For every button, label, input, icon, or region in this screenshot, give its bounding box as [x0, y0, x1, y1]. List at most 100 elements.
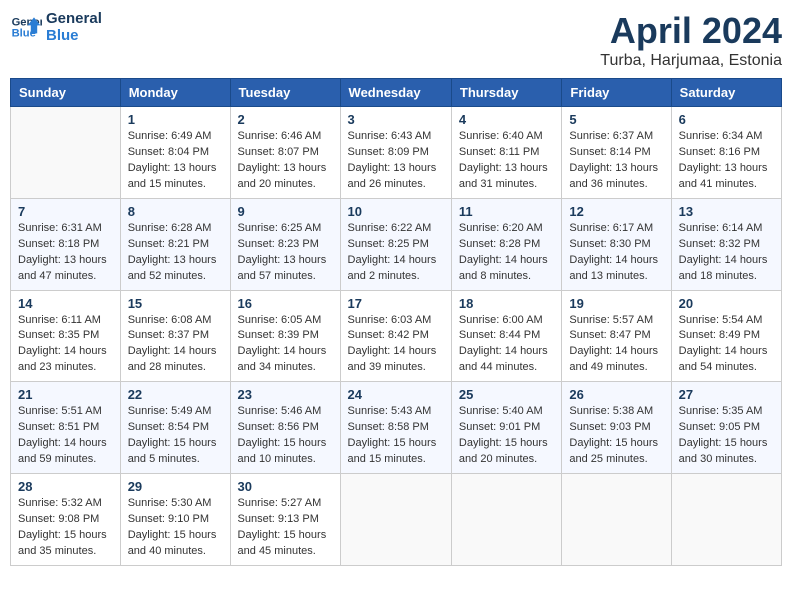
- day-info: Sunrise: 5:40 AM Sunset: 9:01 PM Dayligh…: [459, 404, 554, 468]
- day-info: Sunrise: 6:20 AM Sunset: 8:28 PM Dayligh…: [459, 221, 554, 285]
- day-number: 12: [569, 204, 663, 219]
- day-number: 10: [348, 204, 444, 219]
- calendar-cell: 30 Sunrise: 5:27 AM Sunset: 9:13 PM Dayli…: [230, 474, 340, 566]
- calendar-cell: 24 Sunrise: 5:43 AM Sunset: 8:58 PM Dayli…: [340, 382, 451, 474]
- weekday-header-monday: Monday: [120, 79, 230, 107]
- calendar: SundayMondayTuesdayWednesdayThursdayFrid…: [10, 78, 782, 566]
- day-info: Sunrise: 6:40 AM Sunset: 8:11 PM Dayligh…: [459, 129, 554, 193]
- day-number: 24: [348, 387, 444, 402]
- day-number: 17: [348, 296, 444, 311]
- day-number: 18: [459, 296, 554, 311]
- day-number: 30: [238, 479, 333, 494]
- day-number: 3: [348, 112, 444, 127]
- logo: General Blue General Blue: [10, 10, 102, 44]
- day-info: Sunrise: 6:08 AM Sunset: 8:37 PM Dayligh…: [128, 313, 223, 377]
- calendar-cell: [562, 474, 671, 566]
- day-info: Sunrise: 5:32 AM Sunset: 9:08 PM Dayligh…: [18, 496, 113, 560]
- day-number: 22: [128, 387, 223, 402]
- day-info: Sunrise: 6:28 AM Sunset: 8:21 PM Dayligh…: [128, 221, 223, 285]
- day-info: Sunrise: 6:43 AM Sunset: 8:09 PM Dayligh…: [348, 129, 444, 193]
- day-info: Sunrise: 5:38 AM Sunset: 9:03 PM Dayligh…: [569, 404, 663, 468]
- day-info: Sunrise: 6:11 AM Sunset: 8:35 PM Dayligh…: [18, 313, 113, 377]
- weekday-header-sunday: Sunday: [11, 79, 121, 107]
- calendar-cell: 7 Sunrise: 6:31 AM Sunset: 8:18 PM Daylig…: [11, 198, 121, 290]
- main-title: April 2024: [600, 10, 782, 52]
- calendar-cell: [11, 107, 121, 199]
- day-info: Sunrise: 6:22 AM Sunset: 8:25 PM Dayligh…: [348, 221, 444, 285]
- calendar-cell: 5 Sunrise: 6:37 AM Sunset: 8:14 PM Daylig…: [562, 107, 671, 199]
- day-number: 7: [18, 204, 113, 219]
- day-number: 21: [18, 387, 113, 402]
- week-row-5: 28Sunrise: 5:32 AM Sunset: 9:08 PM Dayli…: [11, 474, 782, 566]
- day-info: Sunrise: 5:30 AM Sunset: 9:10 PM Dayligh…: [128, 496, 223, 560]
- day-info: Sunrise: 5:51 AM Sunset: 8:51 PM Dayligh…: [18, 404, 113, 468]
- calendar-cell: 27 Sunrise: 5:35 AM Sunset: 9:05 PM Dayli…: [671, 382, 781, 474]
- day-info: Sunrise: 6:00 AM Sunset: 8:44 PM Dayligh…: [459, 313, 554, 377]
- day-number: 15: [128, 296, 223, 311]
- day-info: Sunrise: 6:31 AM Sunset: 8:18 PM Dayligh…: [18, 221, 113, 285]
- calendar-cell: 17 Sunrise: 6:03 AM Sunset: 8:42 PM Dayli…: [340, 290, 451, 382]
- day-number: 26: [569, 387, 663, 402]
- day-info: Sunrise: 6:49 AM Sunset: 8:04 PM Dayligh…: [128, 129, 223, 193]
- calendar-cell: 23 Sunrise: 5:46 AM Sunset: 8:56 PM Dayli…: [230, 382, 340, 474]
- calendar-cell: 19Sunrise: 5:57 AM Sunset: 8:47 PM Dayli…: [562, 290, 671, 382]
- day-number: 2: [238, 112, 333, 127]
- week-row-3: 14 Sunrise: 6:11 AM Sunset: 8:35 PM Dayli…: [11, 290, 782, 382]
- day-info: Sunrise: 6:37 AM Sunset: 8:14 PM Dayligh…: [569, 129, 663, 193]
- calendar-cell: 20 Sunrise: 5:54 AM Sunset: 8:49 PM Dayli…: [671, 290, 781, 382]
- calendar-cell: 6 Sunrise: 6:34 AM Sunset: 8:16 PM Daylig…: [671, 107, 781, 199]
- day-number: 14: [18, 296, 113, 311]
- day-info: Sunrise: 5:35 AM Sunset: 9:05 PM Dayligh…: [679, 404, 774, 468]
- calendar-cell: 26 Sunrise: 5:38 AM Sunset: 9:03 PM Dayli…: [562, 382, 671, 474]
- day-number: 8: [128, 204, 223, 219]
- logo-line2: Blue: [46, 27, 102, 44]
- day-info: Sunrise: 5:46 AM Sunset: 8:56 PM Dayligh…: [238, 404, 333, 468]
- day-info: Sunrise: 5:49 AM Sunset: 8:54 PM Dayligh…: [128, 404, 223, 468]
- day-info: Sunrise: 6:17 AM Sunset: 8:30 PM Dayligh…: [569, 221, 663, 285]
- day-number: 29: [128, 479, 223, 494]
- day-number: 4: [459, 112, 554, 127]
- week-row-2: 7 Sunrise: 6:31 AM Sunset: 8:18 PM Daylig…: [11, 198, 782, 290]
- weekday-header-tuesday: Tuesday: [230, 79, 340, 107]
- calendar-cell: 9 Sunrise: 6:25 AM Sunset: 8:23 PM Daylig…: [230, 198, 340, 290]
- day-number: 27: [679, 387, 774, 402]
- logo-icon: General Blue: [10, 11, 42, 43]
- calendar-cell: [451, 474, 561, 566]
- calendar-cell: 11 Sunrise: 6:20 AM Sunset: 8:28 PM Dayli…: [451, 198, 561, 290]
- day-number: 23: [238, 387, 333, 402]
- title-area: April 2024 Turba, Harjumaa, Estonia: [600, 10, 782, 70]
- day-number: 25: [459, 387, 554, 402]
- day-number: 11: [459, 204, 554, 219]
- calendar-cell: 29 Sunrise: 5:30 AM Sunset: 9:10 PM Dayli…: [120, 474, 230, 566]
- day-info: Sunrise: 6:25 AM Sunset: 8:23 PM Dayligh…: [238, 221, 333, 285]
- calendar-cell: 16Sunrise: 6:05 AM Sunset: 8:39 PM Dayli…: [230, 290, 340, 382]
- day-info: Sunrise: 5:27 AM Sunset: 9:13 PM Dayligh…: [238, 496, 333, 560]
- day-number: 20: [679, 296, 774, 311]
- day-number: 5: [569, 112, 663, 127]
- calendar-cell: [671, 474, 781, 566]
- weekday-header-wednesday: Wednesday: [340, 79, 451, 107]
- day-info: Sunrise: 6:34 AM Sunset: 8:16 PM Dayligh…: [679, 129, 774, 193]
- header: General Blue General Blue April 2024 Tur…: [10, 10, 782, 70]
- day-info: Sunrise: 6:03 AM Sunset: 8:42 PM Dayligh…: [348, 313, 444, 377]
- day-number: 6: [679, 112, 774, 127]
- calendar-cell: 25 Sunrise: 5:40 AM Sunset: 9:01 PM Dayli…: [451, 382, 561, 474]
- calendar-cell: 1 Sunrise: 6:49 AM Sunset: 8:04 PM Daylig…: [120, 107, 230, 199]
- week-row-1: 1 Sunrise: 6:49 AM Sunset: 8:04 PM Daylig…: [11, 107, 782, 199]
- calendar-cell: 13 Sunrise: 6:14 AM Sunset: 8:32 PM Dayli…: [671, 198, 781, 290]
- day-info: Sunrise: 6:14 AM Sunset: 8:32 PM Dayligh…: [679, 221, 774, 285]
- weekday-header-saturday: Saturday: [671, 79, 781, 107]
- day-number: 13: [679, 204, 774, 219]
- calendar-cell: 14 Sunrise: 6:11 AM Sunset: 8:35 PM Dayli…: [11, 290, 121, 382]
- weekday-header-friday: Friday: [562, 79, 671, 107]
- day-info: Sunrise: 5:43 AM Sunset: 8:58 PM Dayligh…: [348, 404, 444, 468]
- day-info: Sunrise: 5:54 AM Sunset: 8:49 PM Dayligh…: [679, 313, 774, 377]
- day-number: 9: [238, 204, 333, 219]
- subtitle: Turba, Harjumaa, Estonia: [600, 52, 782, 70]
- calendar-cell: [340, 474, 451, 566]
- calendar-cell: 2Sunrise: 6:46 AM Sunset: 8:07 PM Daylig…: [230, 107, 340, 199]
- day-number: 1: [128, 112, 223, 127]
- calendar-cell: 18 Sunrise: 6:00 AM Sunset: 8:44 PM Dayli…: [451, 290, 561, 382]
- weekday-header-thursday: Thursday: [451, 79, 561, 107]
- calendar-cell: 10 Sunrise: 6:22 AM Sunset: 8:25 PM Dayli…: [340, 198, 451, 290]
